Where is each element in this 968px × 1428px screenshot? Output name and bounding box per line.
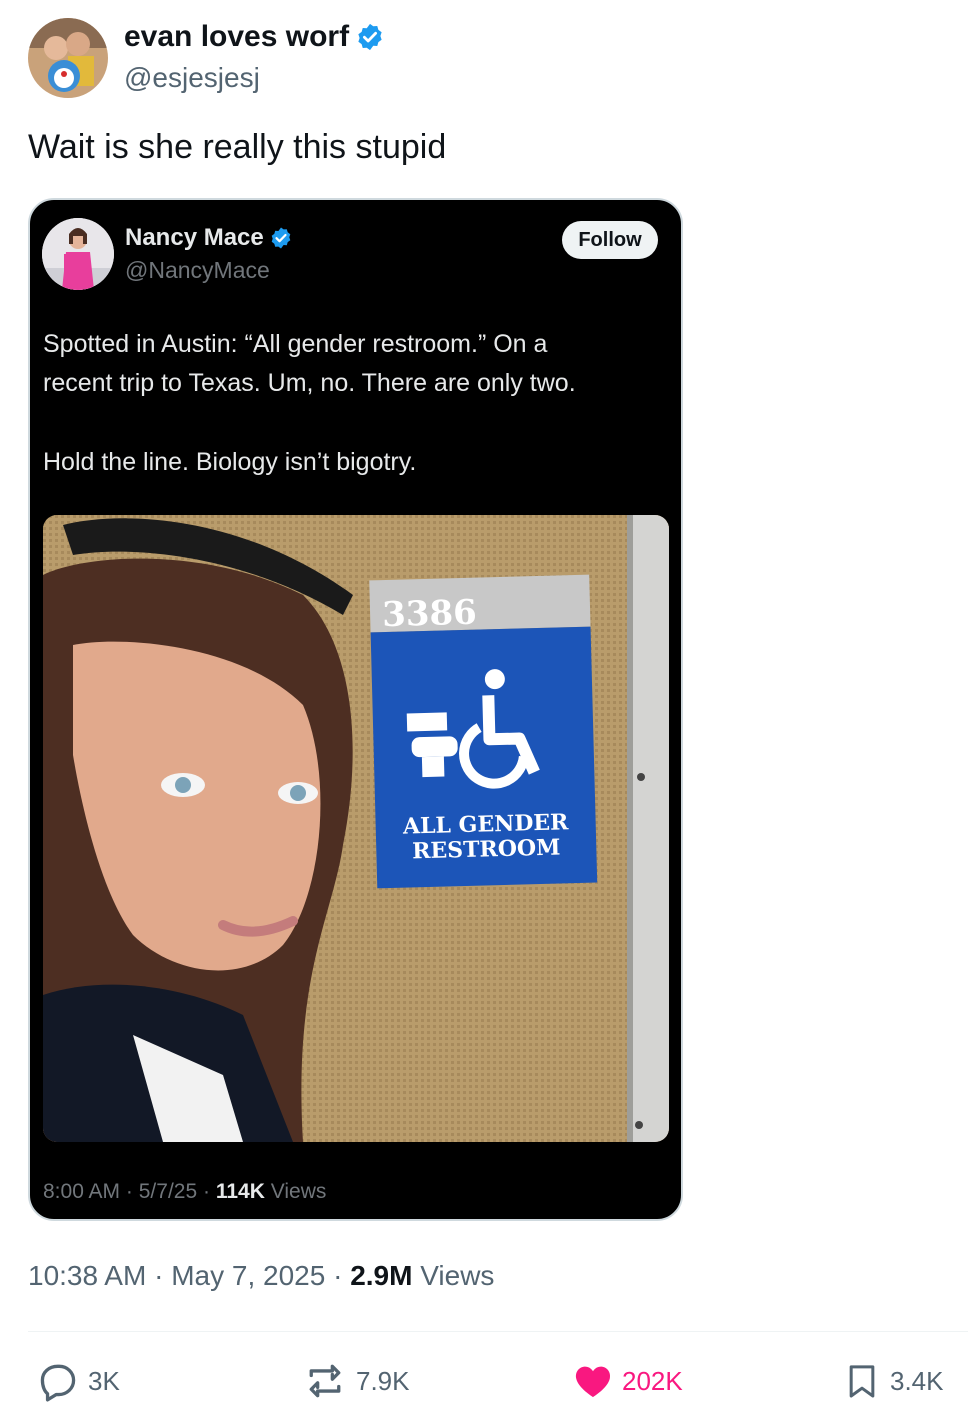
quoted-date[interactable]: 5/7/25	[139, 1180, 197, 1203]
quoted-media-photo[interactable]: 3386 ALL GENDER RESTROOM	[43, 515, 669, 1142]
divider	[28, 1331, 968, 1332]
quoted-views-label: Views	[270, 1180, 327, 1203]
repost-button[interactable]: 7.9K	[302, 1358, 410, 1404]
tweet-meta: 10:38 AM · May 7, 2025 · 2.9M Views	[28, 1260, 494, 1292]
author-handle[interactable]: @esjesjesj	[124, 62, 260, 94]
separator: ·	[154, 1260, 164, 1291]
author-name-row[interactable]: evan loves worf	[124, 20, 385, 54]
author-avatar[interactable]	[28, 18, 108, 98]
quoted-tweet-meta: 8:00 AM · 5/7/25 · 114K Views	[43, 1180, 326, 1204]
verified-badge-icon	[271, 227, 291, 249]
separator: ·	[125, 1180, 133, 1203]
quoted-views-count: 114K	[215, 1180, 265, 1203]
reply-button[interactable]: 3K	[36, 1358, 120, 1404]
repost-icon	[309, 1364, 341, 1398]
reply-icon	[40, 1364, 76, 1402]
quoted-time[interactable]: 8:00 AM	[43, 1180, 120, 1203]
sign-number: 3386	[382, 593, 478, 635]
bookmark-count: 3.4K	[890, 1365, 944, 1396]
avatar-photo	[28, 18, 108, 98]
heart-icon	[575, 1366, 611, 1398]
tweet-time[interactable]: 10:38 AM	[28, 1260, 146, 1291]
separator: ·	[202, 1180, 210, 1203]
reply-count: 3K	[88, 1365, 120, 1396]
like-count: 202K	[622, 1365, 683, 1396]
sign-text-line2: RESTROOM	[412, 834, 561, 864]
verified-badge-icon	[358, 23, 382, 51]
bookmark-icon	[849, 1365, 875, 1398]
quoted-text-line: recent trip to Texas. Um, no. There are …	[43, 369, 576, 397]
tweet-date[interactable]: May 7, 2025	[171, 1260, 325, 1291]
avatar-photo	[42, 218, 114, 290]
quoted-author-handle[interactable]: @NancyMace	[125, 257, 270, 284]
bookmark-button[interactable]: 3.4K	[842, 1358, 944, 1404]
quoted-text-line: Hold the line. Biology isn’t bigotry.	[43, 448, 417, 476]
tweet-text: Wait is she really this stupid	[28, 128, 447, 166]
views-label[interactable]: Views	[420, 1260, 494, 1291]
photo-selfie-restroom-sign: 3386 ALL GENDER RESTROOM	[43, 515, 669, 1142]
follow-button[interactable]: Follow	[562, 221, 658, 259]
quoted-author-avatar[interactable]	[42, 218, 114, 290]
author-name[interactable]: evan loves worf	[124, 20, 349, 54]
quoted-tweet-card[interactable]: Nancy Mace @NancyMace Follow Spotted in …	[28, 198, 683, 1221]
separator: ·	[333, 1260, 343, 1291]
quoted-author-name[interactable]: Nancy Mace	[125, 224, 264, 252]
views-count: 2.9M	[350, 1260, 413, 1291]
like-button[interactable]: 202K	[572, 1358, 683, 1404]
quoted-author-name-row[interactable]: Nancy Mace	[125, 224, 293, 252]
repost-count: 7.9K	[356, 1365, 410, 1396]
quoted-text-line: Spotted in Austin: “All gender restroom.…	[43, 330, 548, 358]
